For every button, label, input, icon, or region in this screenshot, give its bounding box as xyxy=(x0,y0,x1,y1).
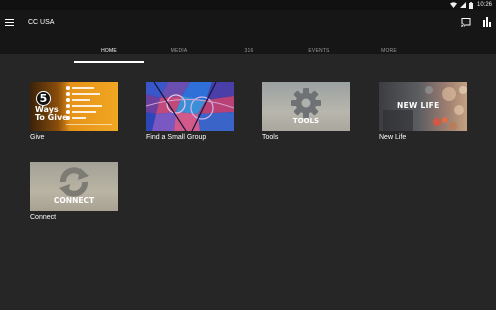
give-thumb-word-2: To Give xyxy=(35,113,68,122)
tab-events-label: EVENTS xyxy=(308,48,330,54)
battery-icon xyxy=(468,1,473,9)
refresh-arrows-icon xyxy=(59,167,89,197)
tile-connect[interactable]: CONNECT Connect xyxy=(30,162,118,224)
status-bar: 10:26 xyxy=(0,0,496,10)
cast-icon[interactable] xyxy=(461,17,471,27)
tab-316[interactable]: 316 xyxy=(214,39,284,63)
tile-tools-label: Tools xyxy=(262,134,279,141)
connect-thumbnail: CONNECT xyxy=(30,162,118,211)
tile-new-life[interactable]: NEW LIFE New Life xyxy=(379,82,467,144)
wifi-icon xyxy=(449,2,457,8)
status-time: 10:26 xyxy=(476,2,492,8)
tile-find-small-group-label: Find a Small Group xyxy=(146,134,207,141)
app-title: CC USA xyxy=(28,19,55,26)
status-icons: 10:26 xyxy=(449,1,492,9)
newlife-thumbnail: NEW LIFE xyxy=(379,82,467,131)
menu-icon[interactable] xyxy=(5,17,17,27)
tab-indicator xyxy=(74,61,144,63)
tools-thumb-text: TOOLS xyxy=(292,117,320,125)
stained-glass-icon xyxy=(146,82,234,131)
tab-bar: HOME MEDIA 316 EVENTS MORE xyxy=(74,39,422,63)
tab-316-label: 316 xyxy=(244,48,254,54)
tools-thumbnail: TOOLS xyxy=(262,82,350,131)
tab-events[interactable]: EVENTS xyxy=(284,39,354,63)
tab-more-label: MORE xyxy=(381,48,397,54)
tile-give-label: Give xyxy=(30,134,45,141)
tile-find-small-group[interactable]: Find a Small Group xyxy=(146,82,234,144)
give-thumbnail: 5 Ways To Give xyxy=(30,82,118,131)
give-thumb-words: Ways To Give xyxy=(35,106,68,122)
tile-give[interactable]: 5 Ways To Give Give xyxy=(30,82,118,144)
tab-media-label: MEDIA xyxy=(170,48,188,54)
tile-new-life-label: New Life xyxy=(379,134,407,141)
tile-connect-label: Connect xyxy=(30,214,57,221)
give-thumb-list xyxy=(66,85,114,127)
tab-more[interactable]: MORE xyxy=(354,39,424,63)
connect-thumb-text: CONNECT xyxy=(53,196,95,205)
five-ways-badge-icon: 5 xyxy=(36,91,51,106)
tile-tools[interactable]: TOOLS Tools xyxy=(262,82,350,144)
tab-home[interactable]: HOME xyxy=(74,39,144,63)
tab-media[interactable]: MEDIA xyxy=(144,39,214,63)
newlife-thumb-text: NEW LIFE xyxy=(397,101,440,110)
group-thumbnail xyxy=(146,82,234,131)
gear-icon xyxy=(291,88,321,118)
stats-icon[interactable] xyxy=(482,17,492,27)
tab-home-label: HOME xyxy=(101,48,117,54)
signal-icon xyxy=(459,2,466,8)
app-bar: CC USA HOME MEDIA 316 EVENTS MORE xyxy=(0,10,496,63)
